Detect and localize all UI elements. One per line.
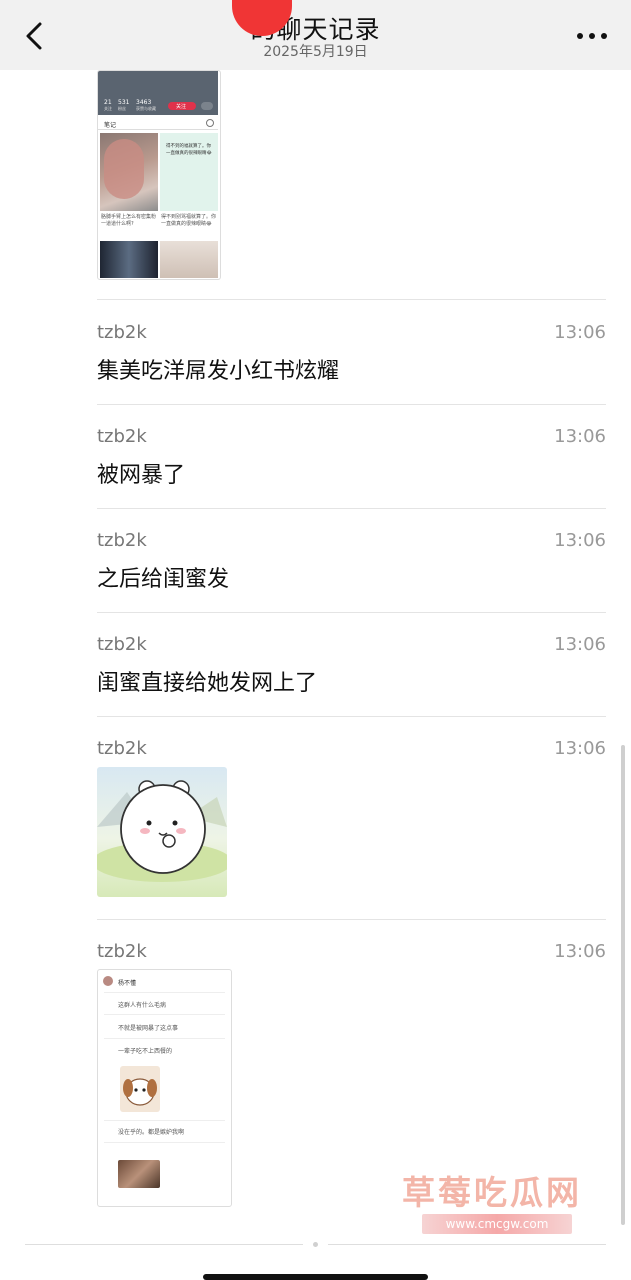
message-sender: tzb2k (97, 426, 147, 447)
message-text[interactable]: 被网暴了 (97, 457, 185, 489)
bear-sticker-icon (97, 780, 227, 882)
watermark-url: www.cmcgw.com (422, 1214, 572, 1234)
dog-sticker-icon (120, 1066, 160, 1112)
message-divider (97, 299, 606, 300)
scrollbar[interactable] (621, 745, 625, 1225)
note-card-2-caption: 得不到别骂福就算了。你一直做真的很辣眼睛😂 (161, 214, 217, 227)
chat-line-2: 不就是被网暴了这点事 (118, 1025, 179, 1032)
message-text[interactable]: 之后给闺蜜发 (97, 561, 229, 593)
home-indicator[interactable] (203, 1274, 428, 1280)
message-time: 13:06 (554, 738, 606, 759)
message-divider (97, 612, 606, 613)
chat-photo-image (118, 1160, 160, 1188)
message-text[interactable]: 集美吃洋屌发小红书炫耀 (97, 353, 339, 385)
message-time: 13:06 (554, 634, 606, 655)
note-card-3-image (100, 241, 158, 278)
chat-divider (104, 1120, 225, 1121)
message-divider (97, 919, 606, 920)
chat-divider (104, 992, 225, 993)
message-sender: tzb2k (97, 941, 147, 962)
search-icon (206, 119, 214, 127)
stat-followers: 531 (118, 99, 130, 106)
chat-contact-name: 杨不懂 (118, 980, 137, 987)
note-card-2-text: 得不到的福就算了。你一直做真的很辣眼睛😂 (166, 144, 212, 156)
chat-divider (104, 1014, 225, 1015)
chat-divider (104, 1038, 225, 1039)
stat-label-followers: 粉丝 (118, 106, 126, 111)
note-card-2-image: 得不到的福就算了。你一直做真的很辣眼睛😂 (160, 133, 218, 211)
message-sender: tzb2k (97, 530, 147, 551)
shared-screenshot-image[interactable]: 21 531 3463 关注 粉丝 获赞与收藏 关注 笔记 胳膊手臂上怎么有密集… (97, 70, 221, 280)
message-time: 13:06 (554, 322, 606, 343)
chat-line-3: 一辈子吃不上西餐的 (118, 1048, 173, 1055)
footer-divider (25, 1244, 303, 1245)
follow-label: 关注 (176, 104, 187, 110)
message-time: 13:06 (554, 426, 606, 447)
note-card-4-image (160, 241, 218, 278)
avatar (103, 976, 113, 986)
stat-likes: 3463 (136, 99, 152, 106)
stat-label-likes: 获赞与收藏 (136, 106, 156, 111)
message-divider (97, 508, 606, 509)
sticker-image[interactable] (97, 767, 227, 897)
chat-line-1: 这群人有什么毛病 (118, 1002, 167, 1009)
message-time: 13:06 (554, 941, 606, 962)
page-subtitle-date: 2025年5月19日 (263, 44, 368, 60)
chat-divider (104, 1142, 225, 1143)
follow-button: 关注 (168, 102, 196, 110)
message-sender: tzb2k (97, 634, 147, 655)
chat-line-4: 没在乎的。都是嫉妒我啊 (118, 1129, 185, 1136)
message-divider (97, 716, 606, 717)
notes-tab-label: 笔记 (104, 122, 117, 129)
message-sender: tzb2k (97, 738, 147, 759)
chat-screenshot-image[interactable]: 杨不懂 这群人有什么毛病 不就是被网暴了这点事 一辈子吃不上西餐的 没在乎的。都… (97, 969, 232, 1207)
note-card-1-image (100, 133, 158, 211)
more-icon[interactable] (575, 26, 609, 46)
footer-divider (328, 1244, 606, 1245)
stat-label-following: 关注 (104, 106, 112, 111)
message-text[interactable]: 闺蜜直接给她发网上了 (97, 665, 317, 697)
nav-header: 的聊天记录 2025年5月19日 (0, 0, 631, 70)
footer-dot (313, 1242, 318, 1247)
message-divider (97, 404, 606, 405)
watermark-text: 草莓吃瓜网 (402, 1173, 582, 1212)
stat-following: 21 (104, 99, 112, 106)
message-time: 13:06 (554, 530, 606, 551)
note-card-1-caption: 胳膊手臂上怎么有密集粉一道道什么啊? (101, 214, 157, 227)
tab-divider (98, 129, 218, 130)
profile-header: 21 531 3463 关注 粉丝 获赞与收藏 关注 (98, 71, 218, 115)
message-sender: tzb2k (97, 322, 147, 343)
message-chip (201, 102, 213, 110)
